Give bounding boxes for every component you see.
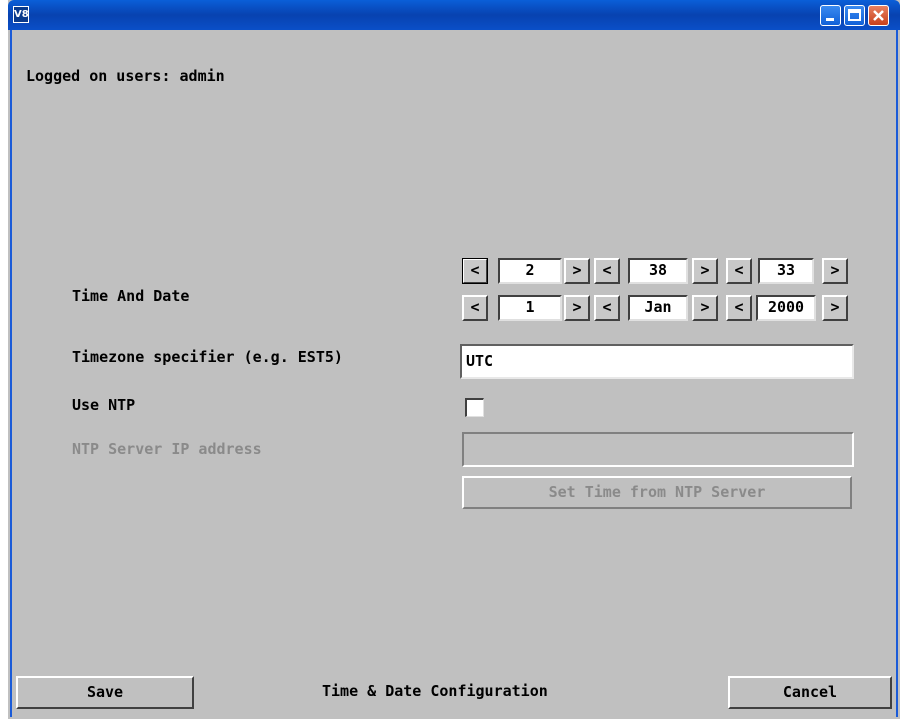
time-and-date-label: Time And Date [72,287,190,305]
maximize-button[interactable] [844,5,865,26]
month-increment-button[interactable]: > [692,295,718,321]
app-logo-icon: V8 [13,6,29,23]
save-button[interactable]: Save [16,676,194,709]
title-bar: V8 [8,0,900,30]
hour-decrement-button[interactable]: < [462,258,488,284]
minute-increment-button[interactable]: > [692,258,718,284]
cancel-button[interactable]: Cancel [728,676,892,709]
ntp-server-label: NTP Server IP address [72,440,262,458]
app-window: V8 Logged on users: admin Time And Date … [8,0,900,719]
minute-value: 38 [628,258,688,284]
second-increment-button[interactable]: > [822,258,848,284]
second-value: 33 [758,258,814,284]
year-value: 2000 [756,295,816,321]
set-time-from-ntp-button[interactable]: Set Time from NTP Server [462,476,852,509]
year-decrement-button[interactable]: < [726,295,752,321]
minimize-button[interactable] [820,5,841,26]
use-ntp-checkbox[interactable] [465,398,484,417]
second-decrement-button[interactable]: < [726,258,752,284]
use-ntp-label: Use NTP [72,396,136,414]
month-value: Jan [628,295,688,321]
day-value: 1 [498,295,562,321]
minute-decrement-button[interactable]: < [594,258,620,284]
day-decrement-button[interactable]: < [462,295,488,321]
timezone-input[interactable]: UTC [460,344,854,379]
year-increment-button[interactable]: > [822,295,848,321]
close-button[interactable] [868,5,889,26]
timezone-label: Timezone specifier (e.g. EST5) [72,348,343,366]
month-decrement-button[interactable]: < [594,295,620,321]
ntp-server-input[interactable] [462,432,854,467]
day-increment-button[interactable]: > [564,295,590,321]
hour-increment-button[interactable]: > [564,258,590,284]
logged-on-users-text: Logged on users: admin [26,67,225,85]
client-area: Logged on users: admin Time And Date < 2… [10,30,898,717]
hour-value: 2 [498,258,562,284]
page-title: Time & Date Configuration [322,682,548,700]
